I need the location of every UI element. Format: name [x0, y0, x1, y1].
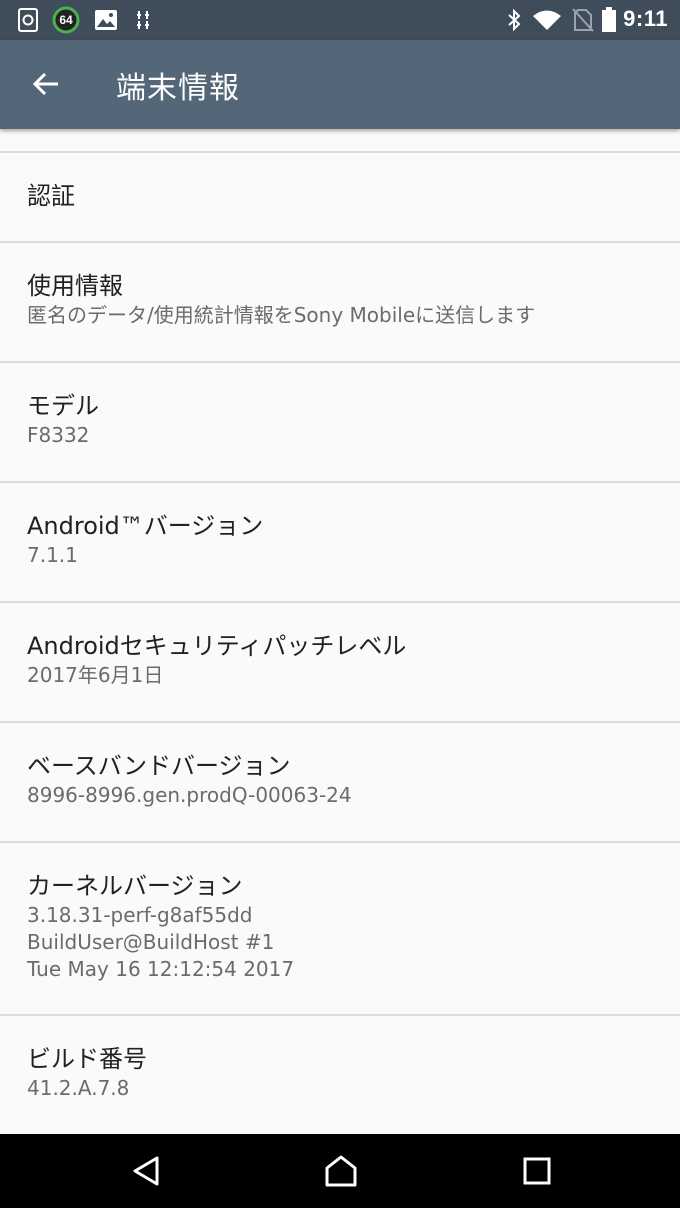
- list-item-build-number[interactable]: ビルド番号 41.2.A.7.8: [0, 1016, 680, 1134]
- list-top-spacer: [0, 129, 680, 151]
- item-subtitle: 2017年6月1日: [27, 663, 164, 687]
- list-item-kernel-version[interactable]: カーネルバージョン 3.18.31-perf-g8af55dd BuildUse…: [0, 843, 680, 1016]
- sync-icon: [18, 8, 38, 32]
- item-subtitle: 8996-8996.gen.prodQ-00063-24: [27, 783, 352, 807]
- item-title: ベースバンドバージョン: [27, 752, 291, 780]
- status-bar: 64 9:11: [0, 0, 680, 40]
- app-bar: 端末情報: [0, 40, 680, 129]
- list-item-certification[interactable]: 認証: [0, 153, 680, 243]
- image-icon: [94, 8, 118, 32]
- item-title: Androidセキュリティパッチレベル: [27, 632, 407, 660]
- list-item-baseband-version[interactable]: ベースバンドバージョン 8996-8996.gen.prodQ-00063-24: [0, 723, 680, 843]
- wifi-icon: [532, 8, 562, 32]
- page-title: 端末情報: [116, 71, 240, 106]
- item-subtitle: 3.18.31-perf-g8af55dd BuildUser@BuildHos…: [27, 903, 295, 981]
- recents-icon: [523, 1157, 551, 1185]
- list-item-security-patch[interactable]: Androidセキュリティパッチレベル 2017年6月1日: [0, 603, 680, 723]
- nav-recents-button[interactable]: [507, 1146, 567, 1196]
- list-item-model[interactable]: モデル F8332: [0, 363, 680, 483]
- no-sim-icon: [572, 8, 594, 32]
- notif-badge-count: 64: [59, 13, 73, 27]
- item-title: Android™バージョン: [27, 512, 264, 540]
- bluetooth-icon: [506, 8, 522, 32]
- battery-icon: [601, 7, 617, 32]
- list-item-usage-info[interactable]: 使用情報 匿名のデータ/使用統計情報をSony Mobileに送信します: [0, 243, 680, 363]
- usb-debug-icon: [134, 8, 152, 32]
- nav-back-button[interactable]: [116, 1146, 176, 1196]
- item-title: 認証: [27, 182, 75, 210]
- nav-home-button[interactable]: [311, 1146, 371, 1196]
- item-subtitle: F8332: [27, 423, 90, 447]
- badge-64-icon: 64: [52, 6, 80, 34]
- item-title: 使用情報: [27, 272, 123, 300]
- settings-list: 認証 使用情報 匿名のデータ/使用統計情報をSony Mobileに送信します …: [0, 129, 680, 1134]
- back-button[interactable]: [22, 60, 70, 108]
- item-subtitle: 匿名のデータ/使用統計情報をSony Mobileに送信します: [27, 303, 536, 327]
- list-item-android-version[interactable]: Android™バージョン 7.1.1: [0, 483, 680, 603]
- item-title: ビルド番号: [27, 1045, 147, 1073]
- back-triangle-icon: [131, 1155, 161, 1187]
- item-title: カーネルバージョン: [27, 872, 243, 900]
- navigation-bar: [0, 1134, 680, 1208]
- item-subtitle: 41.2.A.7.8: [27, 1076, 130, 1100]
- arrow-back-icon: [32, 72, 60, 96]
- item-subtitle: 7.1.1: [27, 543, 78, 567]
- item-title: モデル: [27, 392, 99, 420]
- home-icon: [323, 1154, 359, 1188]
- status-time: 9:11: [623, 6, 668, 31]
